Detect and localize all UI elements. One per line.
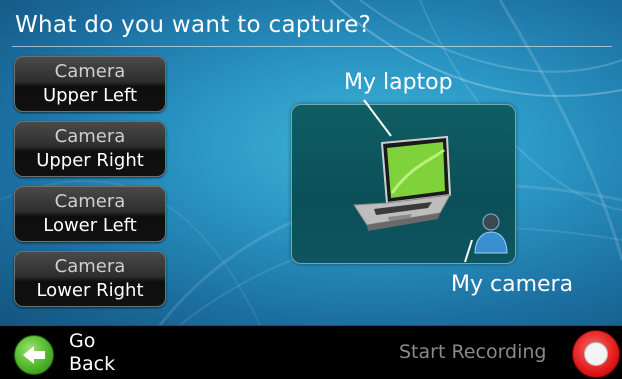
page-title: What do you want to capture?: [15, 12, 372, 38]
capture-preview-panel[interactable]: [291, 104, 516, 264]
my-laptop-label: My laptop: [344, 70, 453, 95]
go-back-button[interactable]: Go Back: [14, 328, 134, 376]
bottom-bar-divider: [0, 325, 622, 326]
my-camera-label: My camera: [451, 272, 574, 297]
back-arrow-icon: [14, 335, 54, 375]
camera-upper-right-button[interactable]: Camera Upper Right: [14, 121, 166, 177]
start-recording-label[interactable]: Start Recording: [399, 341, 546, 363]
camera-upper-left-button[interactable]: Camera Upper Left: [14, 56, 166, 112]
user-icon: [474, 213, 508, 254]
camera-button-line2: Lower Right: [36, 280, 144, 301]
go-back-label: Go Back: [69, 330, 115, 376]
record-button-inner: [584, 342, 608, 366]
camera-button-line1: Camera: [54, 191, 126, 212]
camera-button-line2: Lower Left: [43, 215, 137, 236]
camera-button-line1: Camera: [54, 61, 126, 82]
camera-button-line1: Camera: [54, 126, 126, 147]
camera-button-line2: Upper Left: [42, 85, 138, 106]
title-divider: [12, 46, 612, 47]
go-back-line1: Go: [69, 330, 96, 352]
camera-button-line1: Camera: [54, 256, 126, 277]
record-icon[interactable]: [572, 330, 620, 378]
camera-button-line2: Upper Right: [36, 150, 144, 171]
camera-lower-right-button[interactable]: Camera Lower Right: [14, 251, 166, 307]
go-back-line2: Back: [69, 353, 116, 375]
camera-lower-left-button[interactable]: Camera Lower Left: [14, 186, 166, 242]
